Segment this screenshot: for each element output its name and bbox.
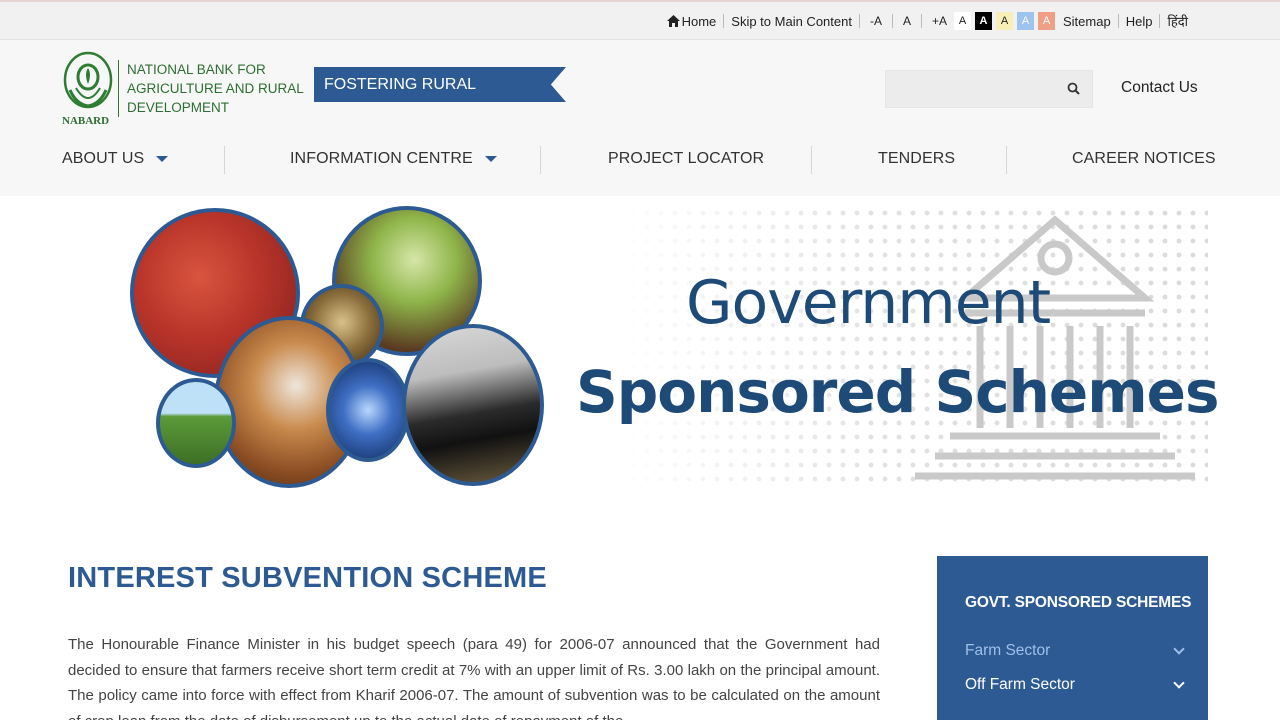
nav-item-information-centre[interactable]: INFORMATION CENTRE	[290, 150, 497, 168]
page-title: INTEREST SUBVENTION SCHEME	[68, 562, 547, 594]
divider	[723, 14, 725, 28]
skip-to-content-link[interactable]: Skip to Main Content	[731, 14, 852, 29]
nav-label: ABOUT US	[62, 150, 145, 167]
hindi-language-link[interactable]: हिंदी	[1167, 12, 1188, 30]
contrast-white-button[interactable]: A	[954, 12, 971, 30]
search-icon[interactable]	[1066, 81, 1082, 97]
nav-label: TENDERS	[878, 150, 956, 167]
search-input[interactable]	[886, 71, 1056, 107]
contrast-yellow-button[interactable]: A	[996, 12, 1013, 30]
divider	[891, 14, 893, 28]
sidebar-title: GOVT. SPONSORED SCHEMES	[965, 594, 1192, 611]
sidebar-item-off-farm-sector[interactable]: Off Farm Sector	[965, 676, 1187, 694]
help-link[interactable]: Help	[1126, 14, 1153, 29]
photo-circle-digital-growth	[326, 358, 410, 462]
chevron-down-icon	[1173, 643, 1185, 655]
nav-item-about-us[interactable]: ABOUT US	[62, 150, 169, 168]
main-navigation: ABOUT US INFORMATION CENTRE PROJECT LOCA…	[0, 144, 1280, 180]
utility-bar: Home Skip to Main Content -A A +A A A A …	[0, 0, 1280, 40]
divider	[920, 14, 922, 28]
sidebar-item-farm-sector[interactable]: Farm Sector	[965, 642, 1187, 660]
divider	[1159, 14, 1161, 28]
banner-heading-line2: Sponsored Schemes	[576, 358, 1220, 426]
nav-divider	[811, 146, 812, 174]
search-container	[885, 70, 1093, 108]
nav-item-career-notices[interactable]: CAREER NOTICES	[1072, 150, 1216, 168]
org-name-line: DEVELOPMENT	[127, 100, 230, 115]
home-link[interactable]: Home	[666, 13, 717, 29]
org-name-line: AGRICULTURE AND RURAL	[127, 81, 304, 96]
divider	[1117, 14, 1119, 28]
nabard-logo[interactable]: NABARD	[62, 50, 114, 127]
divider	[858, 14, 860, 28]
nav-divider	[540, 146, 541, 174]
org-name-line: NATIONAL BANK FOR	[127, 62, 266, 77]
home-label: Home	[681, 13, 717, 29]
nav-label: CAREER NOTICES	[1072, 150, 1216, 167]
site-header: NABARD NATIONAL BANK FOR AGRICULTURE AND…	[0, 40, 1280, 196]
sidebar-item-label: Off Farm Sector	[965, 676, 1075, 693]
banner-heading-line1: Government	[686, 268, 1051, 338]
nav-divider	[224, 146, 225, 174]
logo-caption: NABARD	[62, 115, 110, 127]
home-icon	[666, 15, 680, 27]
organization-name: NATIONAL BANK FOR AGRICULTURE AND RURAL …	[118, 60, 304, 117]
contrast-blue-button[interactable]: A	[1017, 12, 1034, 30]
sitemap-link[interactable]: Sitemap	[1063, 14, 1111, 29]
photo-circle-dairy-cattle	[402, 324, 544, 486]
contrast-orange-button[interactable]: A	[1038, 12, 1055, 30]
tagline-banner: FOSTERING RURAL PROSPERITY	[314, 67, 566, 102]
normal-font-button[interactable]: A	[900, 14, 914, 28]
nav-item-tenders[interactable]: TENDERS	[878, 150, 955, 168]
nav-item-project-locator[interactable]: PROJECT LOCATOR	[608, 150, 764, 168]
hero-banner: Government Sponsored Schemes	[0, 196, 1280, 506]
contrast-black-button[interactable]: A	[975, 12, 992, 30]
schemes-sidebar: GOVT. SPONSORED SCHEMES Farm Sector Off …	[937, 556, 1208, 720]
government-building-icon	[915, 215, 1195, 480]
chevron-down-icon	[1173, 677, 1185, 689]
nabard-emblem-icon	[63, 51, 113, 109]
sidebar-item-label: Farm Sector	[965, 642, 1051, 659]
nav-label: INFORMATION CENTRE	[290, 150, 473, 167]
scheme-description: The Honourable Finance Minister in his b…	[68, 636, 880, 720]
increase-font-button[interactable]: +A	[929, 14, 950, 28]
photo-circle-farm-field	[156, 378, 236, 468]
nav-divider	[1006, 146, 1007, 174]
nav-label: PROJECT LOCATOR	[608, 150, 765, 167]
decrease-font-button[interactable]: -A	[867, 14, 885, 28]
contact-us-link[interactable]: Contact Us	[1121, 79, 1198, 97]
utility-links: Home Skip to Main Content -A A +A A A A …	[666, 12, 1188, 30]
caret-down-icon	[156, 156, 169, 162]
caret-down-icon	[484, 156, 497, 162]
